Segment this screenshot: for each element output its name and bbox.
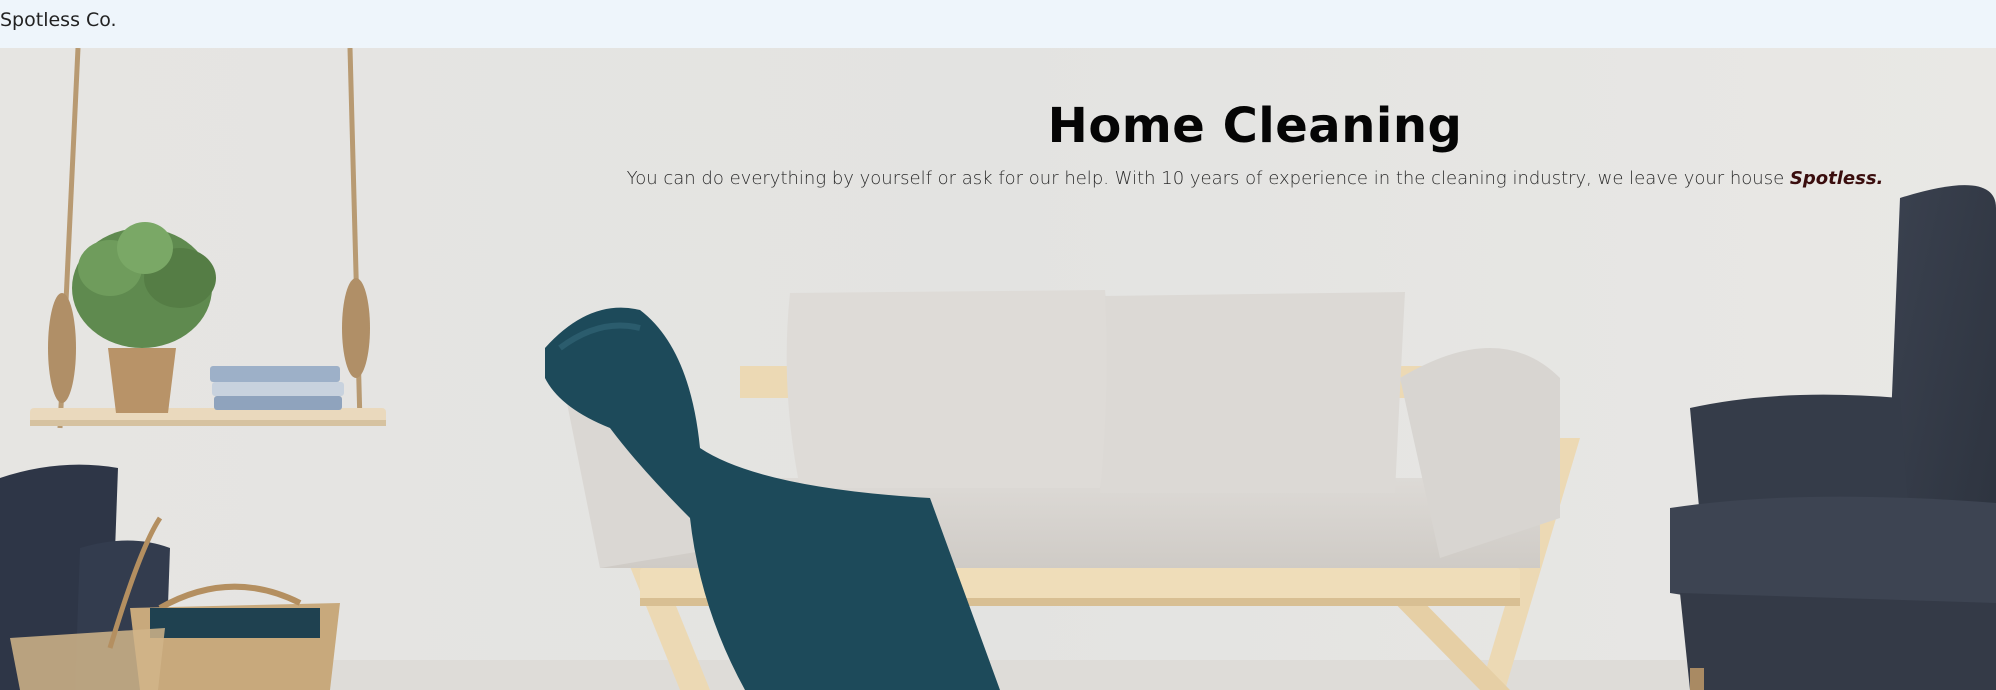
books-icon — [210, 366, 344, 410]
hero-subtitle: You can do everything by yourself or ask… — [560, 166, 1950, 192]
brand-link[interactable]: Spotless Co. — [0, 8, 117, 32]
hero-section: Home Cleaning You can do everything by y… — [0, 48, 1996, 690]
hero-text: Home Cleaning You can do everything by y… — [560, 96, 1950, 192]
hero-subtitle-emphasis: Spotless. — [1789, 168, 1884, 189]
hero-title: Home Cleaning — [1047, 98, 1463, 154]
navbar: Spotless Co. — [0, 0, 1996, 48]
hero-subtitle-text: You can do everything by yourself or ask… — [626, 168, 1785, 189]
